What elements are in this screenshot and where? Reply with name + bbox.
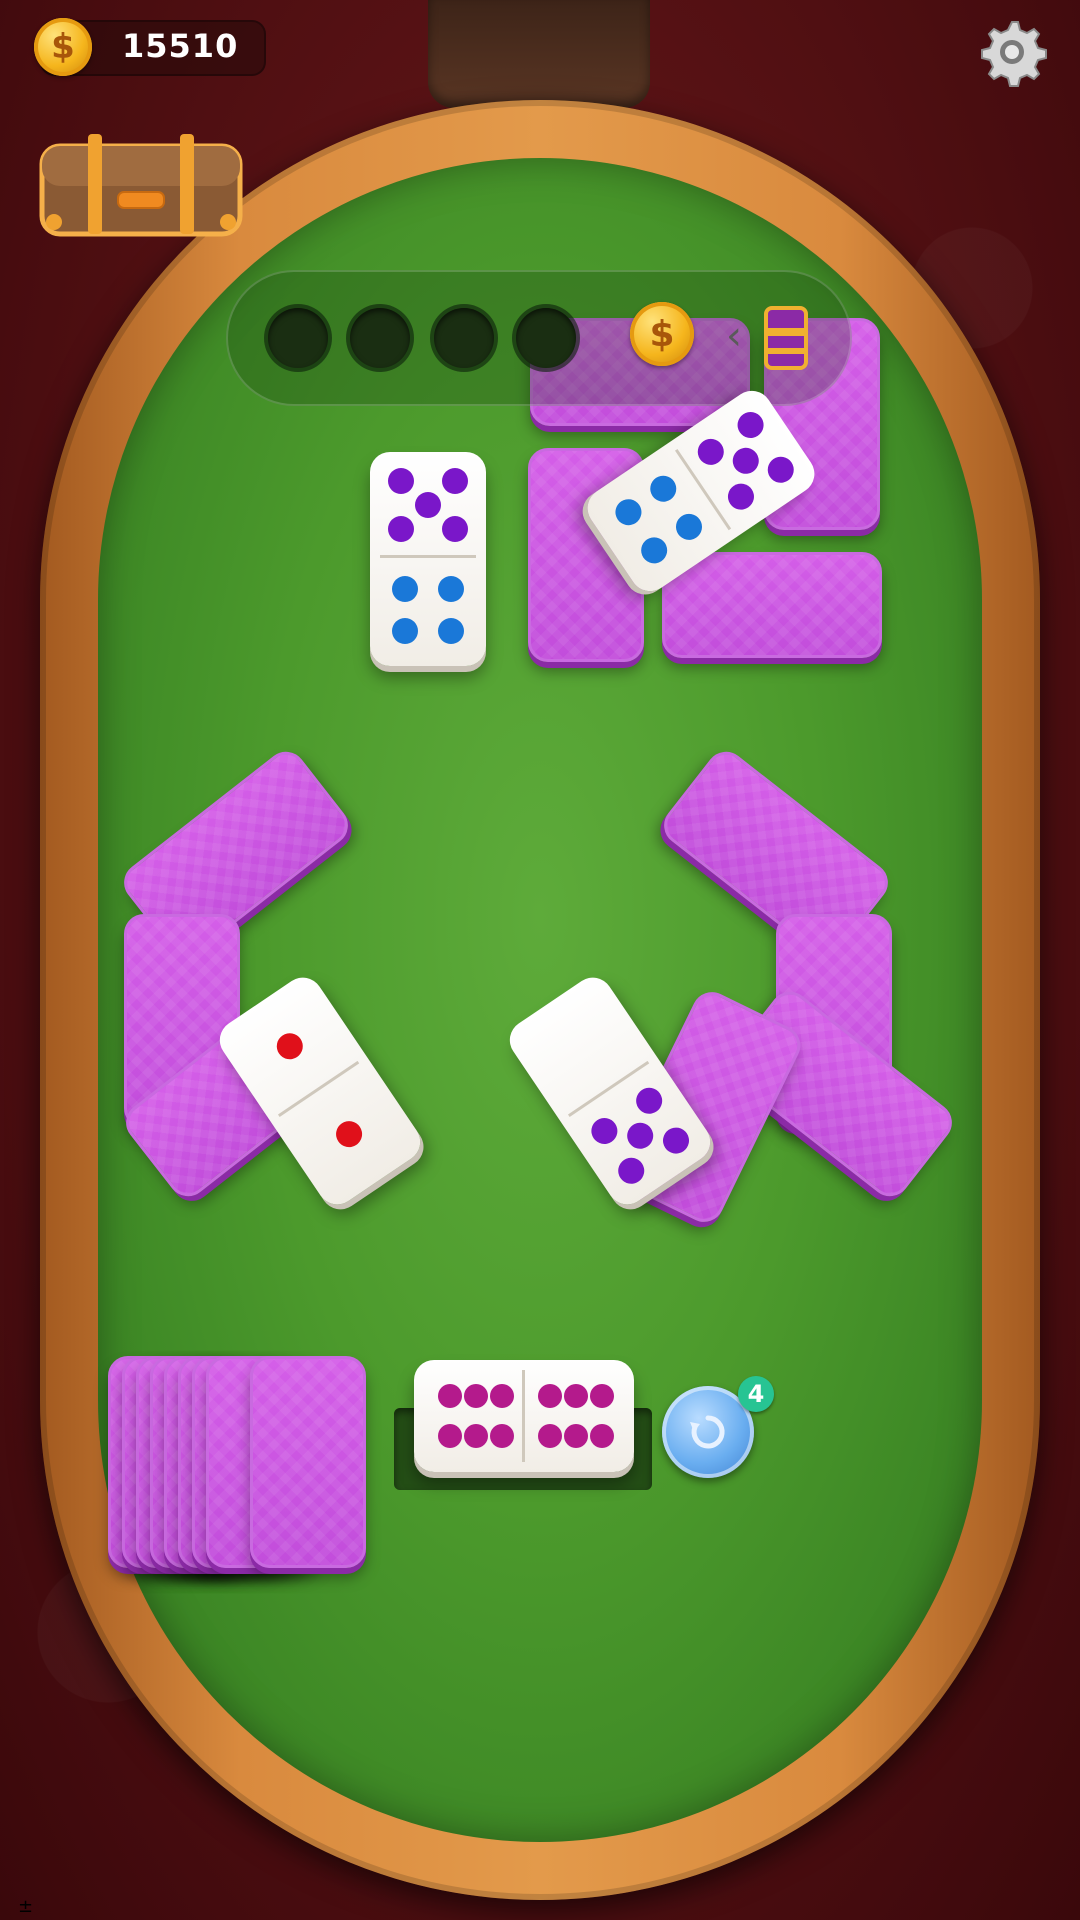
tile-divider (380, 555, 476, 558)
pip (438, 1424, 462, 1448)
gift-box-icon (764, 306, 808, 370)
tile-divider (277, 1060, 360, 1118)
stock-pile-top[interactable] (250, 1356, 366, 1568)
pip (490, 1384, 514, 1408)
gear-icon[interactable] (976, 16, 1048, 88)
pip (564, 1384, 588, 1408)
corner-mark: ± (18, 1896, 34, 1917)
pip (692, 433, 729, 470)
empty-slot (434, 308, 494, 368)
pip (670, 508, 708, 545)
pip (636, 532, 673, 569)
undo-icon (690, 1415, 725, 1449)
coin-icon: $ (34, 18, 92, 76)
pip (438, 618, 464, 644)
pip (388, 468, 414, 494)
tile-divider (522, 1370, 525, 1462)
pip (762, 451, 799, 488)
pip (610, 494, 647, 531)
pip (438, 576, 464, 602)
tile-5-4[interactable] (370, 452, 486, 666)
pip (645, 470, 682, 507)
pip (442, 516, 468, 542)
table-strap (428, 0, 650, 108)
pip (622, 1117, 659, 1154)
pip (464, 1384, 488, 1408)
pip (657, 1122, 695, 1159)
undo-count-badge: 4 (738, 1376, 774, 1412)
pip (392, 576, 418, 602)
current-tile-6-6 (414, 1360, 634, 1472)
coin-amount: 15510 (122, 27, 239, 65)
pip (442, 468, 468, 494)
empty-slot (516, 308, 576, 368)
reward-coin-icon: $ (630, 302, 694, 366)
pip (388, 516, 414, 542)
pip (331, 1116, 368, 1153)
pip (415, 492, 441, 518)
pip (538, 1424, 562, 1448)
pip (392, 618, 418, 644)
pip (732, 406, 769, 444)
tile-back[interactable] (662, 552, 882, 658)
pip (586, 1112, 623, 1150)
pip (271, 1028, 308, 1065)
pip (490, 1424, 514, 1448)
pip (631, 1082, 668, 1119)
pip (613, 1152, 650, 1189)
tile-divider (567, 1060, 650, 1118)
treasure-chest-icon[interactable] (38, 126, 244, 238)
pip (538, 1384, 562, 1408)
pip (564, 1424, 588, 1448)
empty-slot (268, 308, 328, 368)
chevron-left-icon: ‹ (726, 313, 742, 359)
pip (727, 442, 764, 479)
pip (464, 1424, 488, 1448)
pip (590, 1424, 614, 1448)
pip (590, 1384, 614, 1408)
pip (722, 478, 760, 515)
empty-slot (350, 308, 410, 368)
pip (438, 1384, 462, 1408)
